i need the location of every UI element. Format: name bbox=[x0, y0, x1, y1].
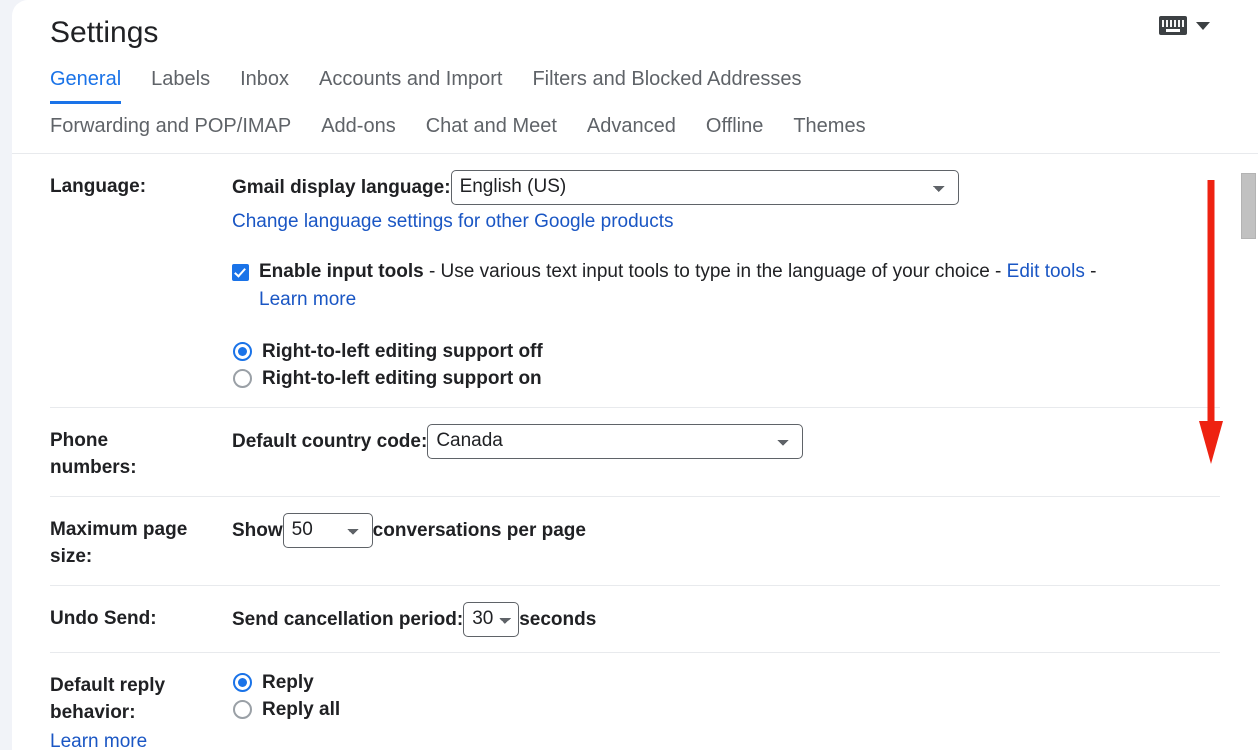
setting-content-language: Gmail display language: English (US) Cha… bbox=[232, 170, 1220, 392]
setting-content-default-reply-behavior: Reply Reply all bbox=[232, 669, 1220, 723]
default-reply-radio-group: Reply Reply all bbox=[232, 669, 1220, 723]
tab-themes[interactable]: Themes bbox=[793, 111, 865, 144]
settings-body: Language: Gmail display language: Englis… bbox=[12, 154, 1258, 750]
setting-row-maximum-page-size: Maximum page size: Show 50 conversations… bbox=[50, 497, 1220, 586]
rtl-on-radio[interactable] bbox=[233, 369, 252, 388]
tab-advanced[interactable]: Advanced bbox=[587, 111, 676, 144]
scrollbar-track[interactable] bbox=[1243, 169, 1258, 750]
rtl-radio-group: Right-to-left editing support off Right-… bbox=[232, 338, 1220, 392]
reply-all-label: Reply all bbox=[262, 699, 341, 720]
default-country-code-row: Default country code: Canada bbox=[232, 424, 1220, 459]
setting-row-language: Language: Gmail display language: Englis… bbox=[50, 154, 1220, 408]
phone-numbers-label-line1: Phone bbox=[50, 430, 109, 451]
setting-content-maximum-page-size: Show 50 conversations per page bbox=[232, 513, 1220, 548]
send-cancellation-period-select[interactable]: 30 bbox=[463, 602, 520, 637]
scrollbar-thumb[interactable] bbox=[1241, 173, 1256, 239]
default-country-code-select[interactable]: Canada bbox=[427, 424, 804, 459]
rtl-on-label: Right-to-left editing support on bbox=[262, 368, 542, 389]
setting-label-undo-send: Undo Send: bbox=[50, 608, 157, 629]
page-title: Settings bbox=[50, 16, 159, 49]
maximum-page-size-label-line1: Maximum page bbox=[50, 519, 188, 540]
gmail-display-language-row: Gmail display language: English (US) bbox=[232, 170, 1220, 205]
undo-send-row: Send cancellation period: 30 seconds bbox=[232, 602, 1220, 637]
settings-page: Settings General Labels Inbox Accounts and … bbox=[0, 0, 1258, 750]
input-tools-separator: - bbox=[1084, 261, 1097, 282]
tab-chat-and-meet[interactable]: Chat and Meet bbox=[426, 111, 557, 144]
enable-input-tools-text: Enable input tools - Use various text in… bbox=[259, 258, 1139, 314]
page-size-row: Show 50 conversations per page bbox=[232, 513, 1220, 548]
keyboard-icon[interactable] bbox=[1159, 16, 1187, 35]
enable-input-tools-row: Enable input tools - Use various text in… bbox=[232, 258, 1220, 314]
setting-label-maximum-page-size: Maximum page size: bbox=[50, 513, 232, 570]
tab-row-secondary: Forwarding and POP/IMAP Add-ons Chat and M… bbox=[50, 111, 1258, 144]
rtl-off-label: Right-to-left editing support off bbox=[262, 341, 543, 362]
tab-row-primary: General Labels Inbox Accounts and Import Fil… bbox=[50, 64, 1258, 104]
change-language-settings-link[interactable]: Change language settings for other Googl… bbox=[232, 211, 674, 232]
tab-labels[interactable]: Labels bbox=[151, 64, 210, 104]
setting-label-default-reply-behavior: Default reply behavior: Learn more bbox=[50, 669, 232, 750]
change-language-link-row: Change language settings for other Googl… bbox=[232, 208, 1220, 236]
default-country-code-label: Default country code: bbox=[232, 430, 428, 452]
gmail-display-language-select[interactable]: English (US) bbox=[450, 170, 959, 205]
enable-input-tools-label: Enable input tools bbox=[259, 261, 424, 282]
keyboard-shortcuts-menu[interactable] bbox=[1159, 16, 1210, 35]
gmail-display-language-label: Gmail display language: bbox=[232, 176, 451, 198]
edit-tools-link[interactable]: Edit tools bbox=[1007, 261, 1085, 282]
default-reply-learn-more-link[interactable]: Learn more bbox=[50, 728, 232, 750]
input-tools-learn-more-link[interactable]: Learn more bbox=[259, 289, 356, 310]
page-size-suffix-label: conversations per page bbox=[372, 519, 586, 541]
tab-offline[interactable]: Offline bbox=[706, 111, 763, 144]
tab-accounts-and-import[interactable]: Accounts and Import bbox=[319, 64, 502, 104]
chevron-down-icon[interactable] bbox=[1196, 21, 1210, 30]
page-size-select[interactable]: 50 bbox=[282, 513, 373, 548]
reply-all-row[interactable]: Reply all bbox=[232, 696, 1220, 723]
setting-label-phone-numbers: Phone numbers: bbox=[50, 424, 232, 481]
settings-tabs: General Labels Inbox Accounts and Import Fil… bbox=[12, 52, 1258, 144]
page-size-show-label: Show bbox=[232, 519, 283, 541]
default-reply-label-line1: Default reply bbox=[50, 675, 166, 696]
setting-row-phone-numbers: Phone numbers: Default country code: Can… bbox=[50, 408, 1220, 497]
settings-header: Settings bbox=[12, 0, 1258, 52]
tab-add-ons[interactable]: Add-ons bbox=[321, 111, 396, 144]
enable-input-tools-description: - Use various text input tools to type i… bbox=[423, 261, 1007, 282]
default-reply-label-line2: behavior: bbox=[50, 702, 136, 723]
phone-numbers-label-line2: numbers: bbox=[50, 457, 137, 478]
setting-content-phone-numbers: Default country code: Canada bbox=[232, 424, 1220, 459]
rtl-off-row[interactable]: Right-to-left editing support off bbox=[232, 338, 1220, 365]
send-cancellation-period-label: Send cancellation period: bbox=[232, 608, 464, 630]
rtl-on-row[interactable]: Right-to-left editing support on bbox=[232, 365, 1220, 392]
rtl-off-radio[interactable] bbox=[233, 342, 252, 361]
reply-row[interactable]: Reply bbox=[232, 669, 1220, 696]
enable-input-tools-checkbox[interactable] bbox=[232, 264, 249, 281]
tab-filters-and-blocked-addresses[interactable]: Filters and Blocked Addresses bbox=[532, 64, 801, 104]
maximum-page-size-label-line2: size: bbox=[50, 546, 93, 567]
setting-label-language: Language: bbox=[50, 176, 147, 197]
setting-row-default-reply-behavior: Default reply behavior: Learn more Reply… bbox=[50, 653, 1220, 750]
settings-card: Settings General Labels Inbox Accounts and … bbox=[12, 0, 1258, 750]
undo-send-suffix-label: seconds bbox=[519, 608, 597, 630]
tab-forwarding-and-pop-imap[interactable]: Forwarding and POP/IMAP bbox=[50, 111, 291, 144]
reply-label: Reply bbox=[262, 672, 314, 693]
setting-content-undo-send: Send cancellation period: 30 seconds bbox=[232, 602, 1220, 637]
tab-inbox[interactable]: Inbox bbox=[240, 64, 289, 104]
reply-radio[interactable] bbox=[233, 673, 252, 692]
reply-all-radio[interactable] bbox=[233, 700, 252, 719]
tab-general[interactable]: General bbox=[50, 64, 122, 104]
setting-row-undo-send: Undo Send: Send cancellation period: 30 … bbox=[50, 586, 1220, 653]
